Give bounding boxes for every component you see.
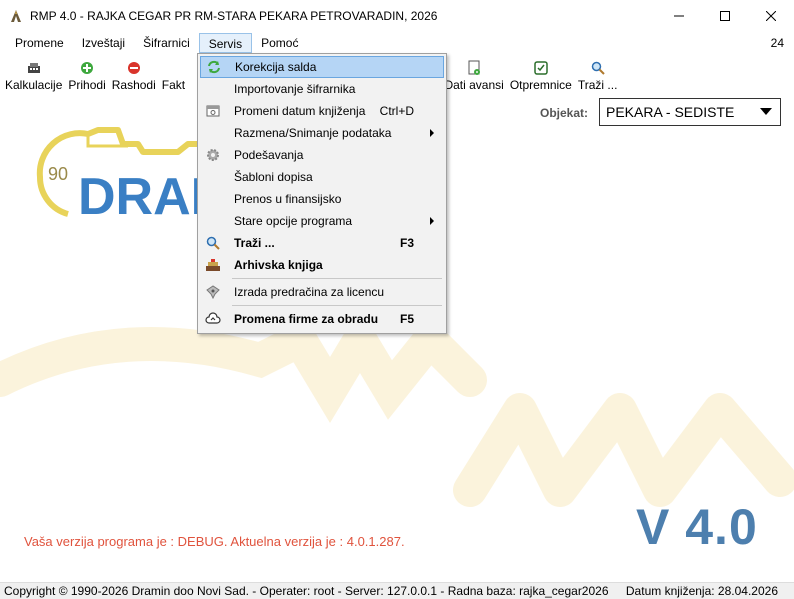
close-button[interactable]: [748, 0, 794, 32]
search-icon: [200, 232, 226, 254]
rashodi-label: Rashodi: [111, 78, 156, 92]
menu-item-razmena-podataka[interactable]: Razmena/Snimanje podataka: [200, 122, 444, 144]
objekat-label: Objekat:: [540, 106, 589, 120]
menu-item-label: Stare opcije programa: [234, 214, 353, 228]
menu-item-izrada-predracuna[interactable]: Izrada predračina za licencu: [200, 281, 444, 303]
menu-item-label: Šabloni dopisa: [234, 170, 313, 184]
menu-item-label: Razmena/Snimanje podataka: [234, 126, 392, 140]
menu-bar: Promene Izveštaji Šifrarnici Servis Pomo…: [0, 32, 794, 54]
menu-item-label: Podešavanja: [234, 148, 304, 162]
menu-item-prenos-finansijsko[interactable]: Prenos u finansijsko: [200, 188, 444, 210]
minimize-icon: [674, 15, 684, 17]
menu-item-label: Importovanje šifrarnika: [234, 82, 356, 96]
menu-item-sabloni-dopisa[interactable]: Šabloni dopisa: [200, 166, 444, 188]
otpremnice-button[interactable]: Otpremnice: [507, 54, 575, 94]
minimize-button[interactable]: [656, 0, 702, 32]
prihodi-button[interactable]: Prihodi: [65, 54, 108, 94]
menu-item-shortcut: F5: [399, 312, 414, 326]
cloud-icon: [200, 308, 226, 330]
dati-avansi-button[interactable]: Dati avansi: [441, 54, 506, 94]
kalkulacije-label: Kalkulacije: [5, 78, 63, 92]
menu-item-shortcut: Ctrl+D: [379, 104, 414, 118]
status-posting-date: Datum knjiženja: 28.04.2026: [625, 584, 778, 598]
menu-izvestaji[interactable]: Izveštaji: [73, 33, 134, 53]
menu-item-label: Prenos u finansijsko: [234, 192, 342, 206]
refresh-icon: [201, 56, 227, 78]
fakture-label: Fakt: [161, 78, 185, 92]
trazi-label: Traži ...: [577, 78, 618, 92]
menu-item-arhivska-knjiga[interactable]: Arhivska knjiga: [200, 254, 444, 276]
menu-servis[interactable]: Servis: [198, 33, 253, 53]
logo-years: 90: [48, 164, 68, 184]
chevron-down-icon: [760, 108, 772, 115]
menu-item-promeni-datum[interactable]: Promeni datum knjiženja Ctrl+D: [200, 100, 444, 122]
fakture-button[interactable]: Fakt: [159, 54, 185, 94]
maximize-button[interactable]: [702, 0, 748, 32]
title-bar: RMP 4.0 - RAJKA CEGAR PR RM-STARA PEKARA…: [0, 0, 794, 32]
menu-counter: 24: [770, 36, 784, 50]
menu-separator: [232, 278, 442, 279]
menu-item-promena-firme[interactable]: Promena firme za obradu F5: [200, 308, 444, 330]
income-icon: [79, 60, 95, 76]
calculation-icon: [26, 60, 42, 76]
advance-given-icon: [466, 60, 482, 76]
menu-item-shortcut: F3: [399, 236, 414, 250]
window-controls: [656, 0, 794, 32]
close-icon: [766, 11, 776, 21]
objekat-value: PEKARA - SEDISTE: [606, 104, 735, 120]
otpremnice-label: Otpremnice: [509, 78, 572, 92]
menu-item-stare-opcije[interactable]: Stare opcije programa: [200, 210, 444, 232]
calendar-icon: [200, 100, 226, 122]
menu-item-podesavanja[interactable]: Podešavanja: [200, 144, 444, 166]
menu-item-label: Korekcija salda: [235, 60, 317, 74]
window-title: RMP 4.0 - RAJKA CEGAR PR RM-STARA PEKARA…: [30, 9, 438, 23]
objekat-select[interactable]: PEKARA - SEDISTE: [599, 98, 781, 126]
version-message: Vaša verzija programa je : DEBUG. Aktuel…: [24, 534, 405, 549]
maximize-icon: [720, 11, 730, 21]
menu-item-label: Arhivska knjiga: [234, 258, 323, 272]
menu-item-importovanje-sifrarnika[interactable]: Importovanje šifrarnika: [200, 78, 444, 100]
menu-item-trazi[interactable]: Traži ... F3: [200, 232, 444, 254]
status-bar: Copyright © 1990-2026 Dramin doo Novi Sa…: [0, 582, 794, 599]
menu-separator: [232, 305, 442, 306]
dati-avansi-label: Dati avansi: [444, 78, 504, 92]
chevron-right-icon: [430, 129, 434, 137]
menu-sifrarnici[interactable]: Šifrarnici: [134, 33, 199, 53]
servis-dropdown-menu: Korekcija salda Importovanje šifrarnika …: [197, 53, 447, 334]
rashodi-button[interactable]: Rashodi: [109, 54, 159, 94]
menu-item-korekcija-salda[interactable]: Korekcija salda: [200, 56, 444, 78]
chevron-right-icon: [430, 217, 434, 225]
dramin-logo: 90 DRAMIN: [28, 122, 286, 226]
archive-icon: [200, 254, 226, 276]
license-icon: [200, 281, 226, 303]
trazi-button[interactable]: Traži ...: [575, 54, 621, 94]
search-icon: [590, 60, 606, 76]
prihodi-label: Prihodi: [68, 78, 106, 92]
kalkulacije-button[interactable]: Kalkulacije: [2, 54, 65, 94]
menu-promene[interactable]: Promene: [6, 33, 73, 53]
menu-pomoc[interactable]: Pomoć: [252, 33, 307, 53]
invoice-icon: [162, 60, 178, 76]
menu-item-label: Izrada predračina za licencu: [234, 285, 385, 299]
delivery-note-icon: [533, 60, 549, 76]
app-logo-icon: [8, 8, 24, 24]
version-label: V 4.0: [636, 499, 758, 555]
expense-icon: [126, 60, 142, 76]
logo-text: DRAMIN: [78, 168, 208, 222]
app-window: RMP 4.0 - RAJKA CEGAR PR RM-STARA PEKARA…: [0, 0, 794, 599]
gear-icon: [200, 144, 226, 166]
